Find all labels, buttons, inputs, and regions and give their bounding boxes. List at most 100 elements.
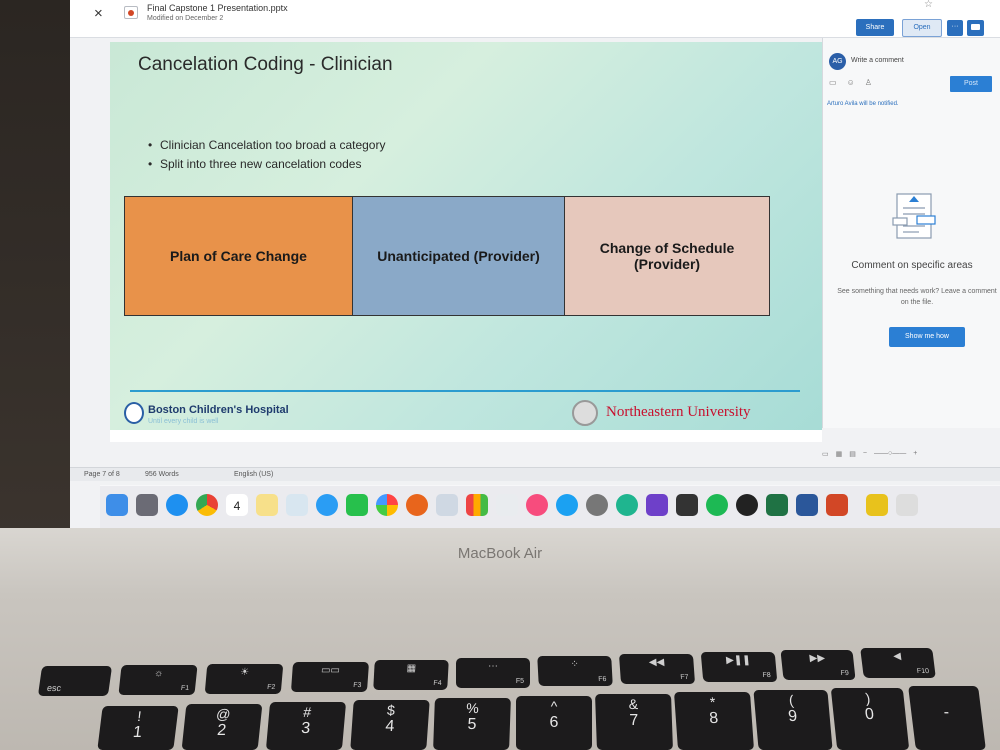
- atom-icon[interactable]: [616, 494, 638, 516]
- zoom-out-icon[interactable]: −: [863, 450, 867, 458]
- key-minus[interactable]: -: [908, 686, 986, 750]
- launchpad-icon[interactable]: [136, 494, 158, 516]
- key-f1[interactable]: ☼ F1: [118, 665, 198, 695]
- key-f9[interactable]: ▶▶ F9: [780, 650, 856, 680]
- sketch-icon[interactable]: [866, 494, 888, 516]
- code-box-change-of-schedule: Change of Schedule (Provider): [565, 197, 769, 315]
- powerpoint-file-icon: [124, 6, 138, 19]
- key-4[interactable]: $4: [350, 700, 430, 750]
- keynote-icon[interactable]: [496, 494, 518, 516]
- comment-description: See something that needs work? Leave a c…: [837, 288, 997, 306]
- key-f3[interactable]: ▭▭ F3: [290, 662, 370, 692]
- post-button[interactable]: Post: [950, 76, 992, 92]
- comments-icon[interactable]: [967, 20, 984, 36]
- language-indicator[interactable]: English (US): [234, 471, 273, 478]
- avatar: AG: [829, 53, 846, 70]
- preview-icon[interactable]: [436, 494, 458, 516]
- northeastern-name: Northeastern University: [606, 404, 751, 420]
- app-store-icon[interactable]: [556, 494, 578, 516]
- notes-icon[interactable]: [256, 494, 278, 516]
- screen: × Final Capstone 1 Presentation.pptx Mod…: [70, 0, 1000, 528]
- show-me-how-button[interactable]: Show me how: [889, 327, 965, 347]
- key-f2[interactable]: ☀ F2: [204, 664, 284, 694]
- bullet-item: Clinician Cancelation too broad a catego…: [148, 138, 385, 152]
- boston-childrens-tagline: Until every child is well: [148, 418, 219, 425]
- powerpoint-icon[interactable]: [826, 494, 848, 516]
- more-options-button[interactable]: ···: [947, 20, 963, 36]
- finder-icon[interactable]: [106, 494, 128, 516]
- key-3[interactable]: #3: [265, 702, 347, 750]
- photos-folder-icon[interactable]: [286, 494, 308, 516]
- key-f6[interactable]: ⁘ F6: [537, 656, 613, 686]
- mention-icon[interactable]: ♙: [865, 78, 872, 87]
- next-slide-preview: [110, 430, 822, 442]
- slide: Cancelation Coding - Clinician Clinician…: [110, 42, 822, 430]
- slide-title: Cancelation Coding - Clinician: [138, 54, 393, 75]
- terminal-icon[interactable]: [676, 494, 698, 516]
- key-6[interactable]: ^ 6: [516, 696, 592, 750]
- key-f7[interactable]: ◀◀ F7: [618, 654, 696, 684]
- dock: 4: [100, 485, 1000, 528]
- boston-childrens-logo-icon: [124, 402, 144, 424]
- bullet-list: Clinician Cancelation too broad a catego…: [148, 138, 385, 176]
- key-9[interactable]: (9: [753, 690, 833, 750]
- key-f5[interactable]: ⋯ F5: [456, 658, 530, 688]
- comments-illustration-icon: [892, 193, 936, 239]
- chrome-icon[interactable]: [196, 494, 218, 516]
- file-modified: Modified on December 2: [147, 15, 224, 22]
- file-name: Final Capstone 1 Presentation.pptx: [147, 3, 288, 13]
- key-f8[interactable]: ▶❚❚ F8: [700, 652, 778, 682]
- laptop-brand: MacBook Air: [457, 545, 543, 562]
- excel-icon[interactable]: [766, 494, 788, 516]
- footer-divider: [130, 390, 800, 392]
- zoom-in-icon[interactable]: +: [913, 450, 917, 458]
- numbers-icon[interactable]: [466, 494, 488, 516]
- key-1[interactable]: ! 1: [97, 706, 179, 750]
- comment-heading: Comment on specific areas: [851, 260, 973, 271]
- emoji-icon[interactable]: ☺: [847, 78, 855, 87]
- safari-icon[interactable]: [166, 494, 188, 516]
- word-count: 956 Words: [145, 471, 179, 478]
- close-icon[interactable]: ×: [94, 5, 103, 22]
- comment-tools: ▭ ☺ ♙: [829, 78, 872, 87]
- star-icon[interactable]: ☆: [924, 0, 933, 10]
- normal-view-icon[interactable]: ▭: [822, 450, 829, 458]
- key-5[interactable]: % 5: [433, 698, 511, 750]
- bullet-item: Split into three new cancelation codes: [148, 157, 385, 171]
- code-box-unanticipated: Unanticipated (Provider): [353, 197, 565, 315]
- key-8[interactable]: * 8: [673, 692, 755, 750]
- key-7[interactable]: & 7: [595, 694, 673, 750]
- messages-icon[interactable]: [316, 494, 338, 516]
- facetime-icon[interactable]: [346, 494, 368, 516]
- cancelation-code-boxes: Plan of Care Change Unanticipated (Provi…: [124, 196, 770, 316]
- itunes-icon[interactable]: [526, 494, 548, 516]
- notify-text: Arturo Avila will be notified.: [827, 101, 899, 107]
- reading-view-icon[interactable]: ▤: [849, 450, 856, 458]
- key-0[interactable]: ) 0: [830, 688, 910, 750]
- comment-input[interactable]: Write a comment: [851, 53, 997, 69]
- trash-icon[interactable]: [896, 494, 918, 516]
- page-indicator: Page 7 of 8: [84, 471, 120, 478]
- zoom-slider-icon[interactable]: ——○——: [874, 450, 906, 458]
- attach-icon[interactable]: ▭: [829, 78, 837, 87]
- comment-panel: AG Write a comment ▭ ☺ ♙ Post Arturo Avi…: [822, 38, 1000, 428]
- photos-icon[interactable]: [376, 494, 398, 516]
- key-f10[interactable]: ◀ F10: [860, 648, 936, 678]
- key-f4[interactable]: ▦ F4: [373, 660, 449, 690]
- key-esc[interactable]: esc: [37, 666, 113, 696]
- northeastern-seal-icon: [572, 400, 598, 426]
- word-icon[interactable]: [796, 494, 818, 516]
- github-icon[interactable]: [646, 494, 668, 516]
- calendar-icon[interactable]: 4: [226, 494, 248, 516]
- system-preferences-icon[interactable]: [586, 494, 608, 516]
- key-2[interactable]: @2: [181, 704, 263, 750]
- slide-sorter-icon[interactable]: ▦: [836, 450, 843, 458]
- pycharm-icon[interactable]: [736, 494, 758, 516]
- boston-childrens-name: Boston Children's Hospital: [148, 404, 289, 416]
- spotify-icon[interactable]: [706, 494, 728, 516]
- keyboard: esc ☼ F1 ☀ F2 ▭▭ F3 ▦ F4 ⋯ F5 ⁘ F6 ◀◀ F7 ▶❚❚ F8 …: [0, 630, 1000, 750]
- firefox-icon[interactable]: [406, 494, 428, 516]
- share-button[interactable]: Share: [856, 19, 894, 36]
- open-button[interactable]: Open: [902, 19, 942, 37]
- code-box-plan-of-care: Plan of Care Change: [125, 197, 353, 315]
